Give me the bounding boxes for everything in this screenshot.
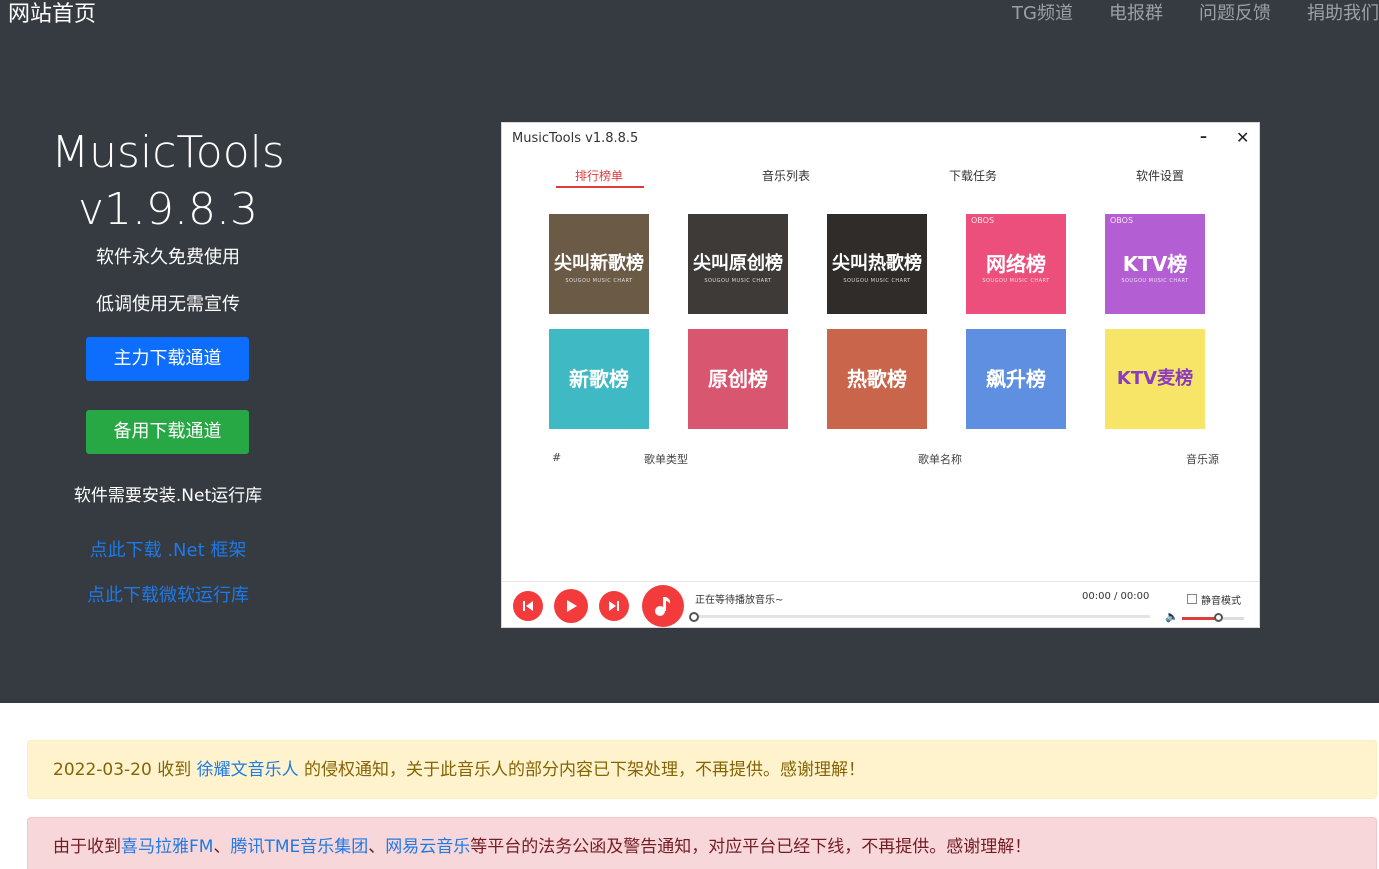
volume-knob — [1214, 613, 1223, 622]
backup-download-button[interactable]: 备用下载通道 — [86, 410, 249, 454]
next-track-icon — [599, 591, 629, 621]
tile-caption: SOUGOU MUSIC CHART — [843, 278, 911, 284]
subtitle-free: 软件永久免费使用 — [96, 247, 240, 268]
app-tab-charts: 排行榜单 — [575, 169, 624, 183]
chart-tile: 尖叫 原创榜 SOUGOU MUSIC CHART — [688, 214, 788, 314]
tile-label: 飙升榜 — [986, 367, 1046, 391]
product-version: v1.9.8.3 — [78, 184, 258, 235]
nav-tg-channel[interactable]: TG频道 — [1012, 2, 1073, 26]
app-tab-settings: 软件设置 — [1136, 169, 1185, 183]
tile-caption: SOUGOU MUSIC CHART — [565, 278, 633, 284]
tile-caption: SOUGOU MUSIC CHART — [1121, 278, 1189, 284]
nav-telegram-group[interactable]: 电报群 — [1109, 2, 1163, 26]
play-icon — [554, 589, 588, 623]
progress-track — [695, 615, 1150, 618]
chart-tile: OBOS 网络榜 SOUGOU MUSIC CHART — [966, 214, 1066, 314]
tile-caption: SOUGOU MUSIC CHART — [704, 278, 772, 284]
tencent-tme-link[interactable]: 腾讯TME音乐集团 — [230, 837, 368, 857]
tile-label: 新歌榜 — [569, 367, 629, 391]
playback-status: 正在等待播放音乐~ — [695, 595, 784, 606]
runtime-requirement: 软件需要安装.Net运行库 — [73, 486, 263, 506]
chart-tile: 原创榜 — [688, 329, 788, 429]
tile-label: KTV榜 — [1122, 252, 1188, 276]
separator: 、 — [368, 837, 386, 857]
tile-label: KTV麦榜 — [1116, 368, 1194, 389]
download-ms-runtime-link[interactable]: 点此下载微软运行库 — [0, 583, 336, 609]
mute-checkbox — [1187, 594, 1197, 604]
player-divider — [502, 581, 1259, 582]
chart-tile: 飙升榜 — [966, 329, 1066, 429]
column-header-type: 歌单类型 — [644, 453, 688, 466]
tile-label: 尖叫 原创榜 — [693, 253, 783, 274]
ximalaya-link[interactable]: 喜马拉雅FM — [121, 837, 213, 857]
column-header-source: 音乐源 — [1186, 453, 1219, 466]
separator: 、 — [213, 837, 231, 857]
subtitle-lowkey: 低调使用无需宣传 — [96, 294, 240, 315]
chart-tile: 新歌榜 — [549, 329, 649, 429]
tile-label: 热歌榜 — [847, 367, 907, 391]
tile-label: 尖叫 热歌榜 — [832, 253, 922, 274]
download-net-framework-link[interactable]: 点此下载 .Net 框架 — [0, 538, 336, 564]
hero-section: 网站首页 TG频道 电报群 问题反馈 捐助我们 MusicTools v1.9.… — [0, 0, 1379, 703]
volume-fill — [1182, 617, 1218, 620]
app-tab-downloads: 下载任务 — [949, 169, 998, 183]
chart-tile: OBOS KTV榜 SOUGOU MUSIC CHART — [1105, 214, 1205, 314]
tile-label: 尖叫 新歌榜 — [554, 253, 644, 274]
notice-text-suffix: 的侵权通知，关于此音乐人的部分内容已下架处理，不再提供。感谢理解！ — [298, 760, 866, 780]
nav-donate[interactable]: 捐助我们 — [1307, 2, 1379, 26]
minimize-icon: – — [1200, 129, 1207, 145]
netease-music-link[interactable]: 网易云音乐 — [385, 837, 470, 857]
tile-label: 网络榜 — [986, 252, 1046, 276]
playback-time: 00:00 / 00:00 — [1082, 591, 1150, 602]
chart-tile: 热歌榜 — [827, 329, 927, 429]
product-name: MusicTools — [51, 127, 285, 178]
platform-offline-notice: 由于收到喜马拉雅FM、腾讯TME音乐集团、网易云音乐等平台的法务公函及警告通知，… — [27, 817, 1377, 869]
speaker-icon: 🔈 — [1165, 610, 1179, 623]
nav-feedback[interactable]: 问题反馈 — [1199, 2, 1271, 26]
progress-knob — [689, 612, 699, 622]
music-note-icon — [642, 585, 684, 627]
tile-caption: SOUGOU MUSIC CHART — [982, 278, 1050, 284]
takedown-notice: 2022-03-20 收到 徐耀文音乐人 的侵权通知，关于此音乐人的部分内容已下… — [27, 740, 1377, 799]
app-window-title: MusicTools v1.8.8.5 — [512, 131, 639, 146]
notice-text-suffix: 等平台的法务公函及警告通知，对应平台已经下线，不再提供。感谢理解！ — [470, 837, 1032, 857]
app-screenshot: MusicTools v1.8.8.5 – ✕ 排行榜单 音乐列表 下载任务 软… — [501, 122, 1260, 628]
chart-tile: 尖叫 新歌榜 SOUGOU MUSIC CHART — [549, 214, 649, 314]
close-icon: ✕ — [1236, 128, 1250, 147]
chart-tile: 尖叫 热歌榜 SOUGOU MUSIC CHART — [827, 214, 927, 314]
column-header-index: # — [552, 451, 562, 464]
previous-track-icon — [513, 591, 543, 621]
app-tab-active-indicator — [556, 186, 644, 188]
notice-text-prefix: 由于收到 — [53, 837, 121, 857]
column-header-name: 歌单名称 — [918, 453, 962, 466]
top-nav: TG频道 电报群 问题反馈 捐助我们 — [976, 2, 1379, 26]
tile-label: 原创榜 — [708, 367, 768, 391]
primary-download-button[interactable]: 主力下载通道 — [86, 337, 249, 381]
mute-label: 静音模式 — [1201, 596, 1241, 607]
notice-text-prefix: 2022-03-20 收到 — [53, 760, 197, 780]
app-tab-music-list: 音乐列表 — [762, 169, 811, 183]
chart-tile: KTV麦榜 — [1105, 329, 1205, 429]
brand-link[interactable]: 网站首页 — [8, 1, 96, 29]
musician-link[interactable]: 徐耀文音乐人 — [197, 760, 299, 780]
